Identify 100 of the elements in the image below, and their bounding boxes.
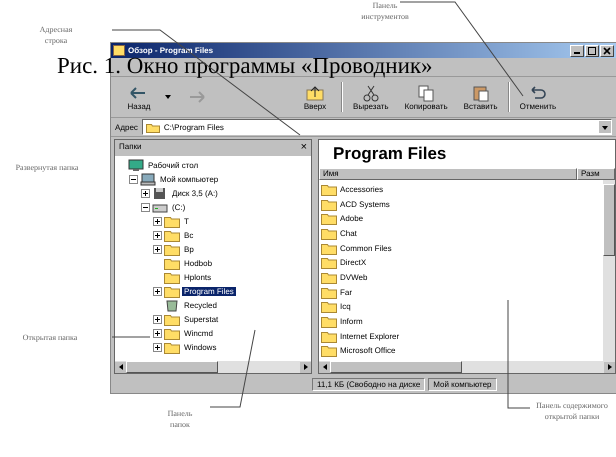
expander-icon[interactable] (153, 314, 162, 324)
file-item[interactable]: Far (340, 288, 352, 297)
folder-icon (164, 326, 180, 340)
minimize-icon (574, 52, 580, 54)
file-item[interactable]: Icq (340, 302, 351, 312)
folder-icon (321, 344, 337, 358)
folder-icon (164, 228, 180, 242)
callout-label: Панель содержимого открытой папки (535, 400, 609, 422)
file-item[interactable]: Inform (340, 317, 363, 326)
expander-icon[interactable] (153, 244, 162, 254)
paste-button[interactable]: Вставить (458, 82, 504, 112)
close-icon (603, 46, 611, 54)
folder-icon (164, 214, 180, 228)
caret-icon (602, 126, 608, 130)
horizontal-scrollbar[interactable] (319, 361, 615, 373)
address-label: Адрес (115, 122, 138, 132)
floppy-icon (152, 186, 168, 200)
back-button[interactable]: Назад (117, 82, 161, 112)
minimize-button[interactable] (570, 44, 584, 56)
pane-title: Папки (119, 142, 142, 153)
expander-icon[interactable] (153, 286, 162, 296)
cut-button[interactable]: Вырезать (347, 82, 395, 112)
tree-item[interactable]: Рабочий стол (146, 160, 200, 170)
file-item[interactable]: ACD Systems (340, 200, 390, 209)
callout-label: Панель инструментов (360, 0, 410, 22)
desktop-icon (128, 158, 144, 172)
folder-icon (146, 122, 160, 132)
folder-icon (321, 256, 337, 270)
file-item[interactable]: Common Files (340, 244, 392, 253)
expander-icon[interactable] (153, 328, 162, 338)
close-button[interactable] (600, 44, 614, 56)
folder-up-icon (304, 84, 326, 102)
tree-item[interactable]: Windows (182, 342, 218, 352)
tree-item[interactable]: Диск 3,5 (A:) (170, 188, 220, 198)
maximize-button[interactable] (585, 44, 599, 56)
tree-item[interactable]: Superstat (182, 314, 220, 324)
file-item[interactable]: Chat (340, 228, 357, 238)
tree-item[interactable]: Bp (182, 244, 196, 254)
tree-item[interactable]: Мой компьютер (158, 174, 220, 184)
address-field[interactable]: C:\Program Files (142, 119, 612, 135)
up-button[interactable]: Вверх (293, 82, 337, 112)
expander-icon[interactable] (153, 342, 162, 352)
tree-item[interactable]: T (182, 216, 191, 226)
folder-icon (164, 312, 180, 326)
file-item[interactable]: DirectX (340, 258, 366, 268)
folder-icon (321, 330, 337, 343)
horizontal-scrollbar[interactable] (115, 361, 311, 373)
window-icon (113, 45, 125, 56)
tree-item[interactable]: Hodbob (182, 258, 214, 268)
folder-icon (164, 242, 180, 256)
right-arrow-icon[interactable] (304, 364, 308, 370)
column-header[interactable]: Имя (319, 168, 577, 180)
leader-line (112, 336, 150, 338)
file-item[interactable]: Adobe (340, 214, 364, 224)
undo-button[interactable]: Отменить (514, 82, 562, 112)
tree-item[interactable]: Wincmd (182, 328, 215, 338)
tree-item[interactable]: Hplonts (182, 272, 214, 282)
tree-item[interactable]: Recycled (182, 300, 219, 310)
tree-item[interactable]: Program Files (182, 286, 236, 296)
left-arrow-icon[interactable] (322, 364, 326, 370)
expander-icon[interactable] (141, 202, 150, 212)
folder-icon (321, 300, 337, 314)
expander-icon[interactable] (141, 188, 150, 198)
column-header[interactable]: Разм (577, 168, 615, 180)
tree-item[interactable]: (C:) (170, 202, 188, 212)
file-item[interactable]: Microsoft Office (340, 346, 396, 356)
tree-item[interactable]: Bc (182, 230, 196, 240)
computer-icon (140, 172, 156, 186)
folder-icon (164, 256, 180, 270)
status-text: Мой компьютер (428, 378, 496, 391)
folder-icon (321, 198, 337, 211)
expander-icon[interactable] (129, 174, 138, 184)
maximize-icon (588, 46, 596, 54)
folder-icon (321, 270, 337, 284)
callout-label: Адресная строка (38, 24, 74, 46)
copy-button[interactable]: Копировать (398, 82, 454, 112)
folder-icon (321, 242, 337, 255)
status-text: 11,1 КБ (Свободно на диске (312, 378, 426, 391)
folder-icon (164, 340, 180, 354)
file-item[interactable]: Internet Explorer (340, 332, 400, 341)
expander-icon[interactable] (153, 230, 162, 240)
folder-icon (321, 212, 337, 226)
folder-icon (321, 182, 337, 196)
caret-icon[interactable] (165, 95, 171, 99)
file-item[interactable]: Accessories (340, 184, 384, 194)
window-title: Обзор - Program Files (128, 46, 214, 55)
folder-icon (321, 286, 337, 299)
folder-icon (321, 315, 337, 328)
file-item[interactable]: DVWeb (340, 272, 368, 282)
expander-icon[interactable] (153, 216, 162, 226)
left-arrow-icon[interactable] (118, 364, 122, 370)
dropdown-button[interactable] (599, 121, 611, 133)
callout-label: Открытая папка (22, 332, 78, 343)
folder-heading: Program Files (332, 143, 448, 165)
folder-icon (321, 226, 337, 240)
vertical-scrollbar[interactable] (603, 180, 615, 361)
right-arrow-icon[interactable] (608, 364, 612, 370)
callout-label: Развернутая папка (14, 162, 80, 173)
callout-label: Панель папок (166, 408, 194, 430)
close-button[interactable]: × (300, 142, 307, 154)
